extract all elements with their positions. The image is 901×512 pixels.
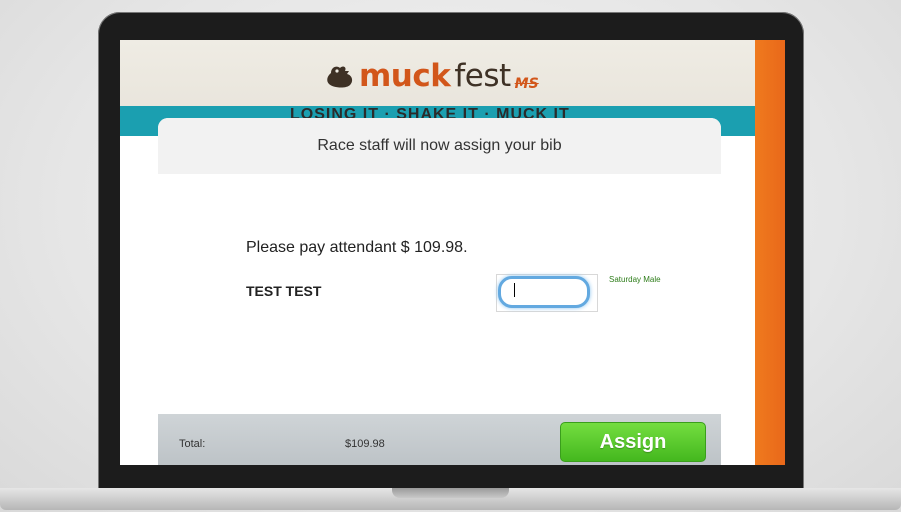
assign-button[interactable]: Assign xyxy=(560,422,706,462)
logo-fest-text: fest xyxy=(454,58,511,94)
payment-message: Please pay attendant $ 109.98. xyxy=(246,239,468,256)
laptop-notch xyxy=(392,488,509,498)
logo-muck-text: muck xyxy=(359,58,451,94)
dialog-footer: Total: $109.98 Assign xyxy=(158,414,721,465)
participant-name: TEST TEST xyxy=(246,283,322,299)
app-screen: muck fest MS LOSING IT · SHAKE IT · MUCK I… xyxy=(120,40,785,465)
duck-icon xyxy=(327,66,353,88)
logo-ms-text: MS xyxy=(514,76,539,92)
race-category: Saturday Male xyxy=(609,275,661,284)
page-header: muck fest MS xyxy=(120,40,755,110)
total-label: Total: xyxy=(179,438,206,450)
orange-sidebar xyxy=(755,40,785,465)
dialog-title: Race staff will now assign your bib xyxy=(158,118,721,174)
bib-assignment-dialog: Race staff will now assign your bib Plea… xyxy=(158,118,721,465)
text-caret xyxy=(514,283,515,297)
muckfest-logo: muck fest MS xyxy=(325,56,539,96)
total-value: $109.98 xyxy=(345,438,385,450)
bib-number-input[interactable] xyxy=(498,276,590,308)
